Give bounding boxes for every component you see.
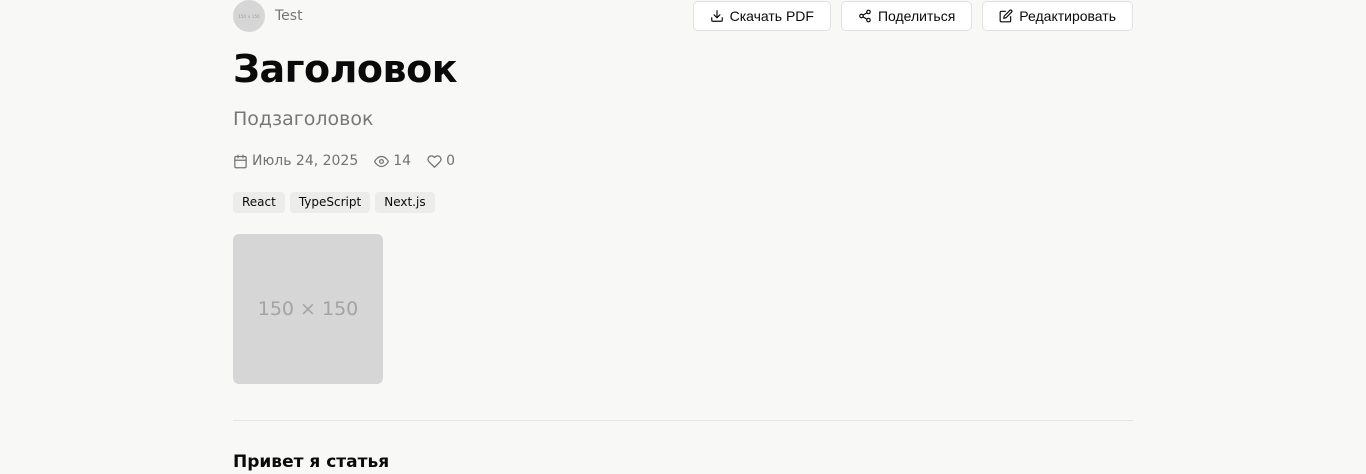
page-subtitle: Подзаголовок <box>233 108 374 130</box>
like-count-text: 0 <box>446 153 456 169</box>
download-pdf-button[interactable]: Скачать PDF <box>692 1 831 31</box>
article-image: 150 × 150 <box>233 234 383 384</box>
publish-date: Июль 24, 2025 <box>233 153 358 169</box>
view-count-text: 14 <box>393 153 412 169</box>
image-placeholder-text: 150 × 150 <box>257 298 359 320</box>
heart-icon <box>427 154 442 168</box>
edit-button[interactable]: Редактировать <box>982 1 1133 31</box>
calendar-icon <box>234 154 247 168</box>
share-icon <box>859 9 871 23</box>
download-pdf-label: Скачать PDF <box>729 8 814 24</box>
share-button[interactable]: Поделиться <box>840 1 973 31</box>
tag-list: React TypeScript Next.js <box>233 192 435 213</box>
author-block[interactable]: 150 × 150 Test <box>233 0 303 32</box>
share-label: Поделиться <box>877 8 956 24</box>
download-icon <box>710 10 723 22</box>
edit-label: Редактировать <box>1019 8 1116 24</box>
page-title: Заголовок <box>233 47 457 91</box>
like-button[interactable]: 0 <box>427 153 455 169</box>
article-content-heading: Привет я статья <box>233 452 390 472</box>
divider <box>233 420 1133 421</box>
avatar-placeholder-text: 150 × 150 <box>238 13 260 19</box>
avatar[interactable]: 150 × 150 <box>233 0 265 32</box>
article-header-bar: 150 × 150 Test Скачать PDF Поделиться Ре… <box>233 0 1133 32</box>
eye-icon <box>374 155 390 167</box>
article-actions: Скачать PDF Поделиться Редактировать <box>692 1 1133 31</box>
edit-icon <box>999 9 1013 23</box>
view-count: 14 <box>374 153 411 169</box>
publish-date-text: Июль 24, 2025 <box>252 153 359 169</box>
tag-nextjs[interactable]: Next.js <box>375 192 435 213</box>
article-meta: Июль 24, 2025 14 0 <box>233 151 471 171</box>
author-name[interactable]: Test <box>275 8 303 24</box>
tag-react[interactable]: React <box>233 192 285 213</box>
tag-typescript[interactable]: TypeScript <box>289 192 371 213</box>
